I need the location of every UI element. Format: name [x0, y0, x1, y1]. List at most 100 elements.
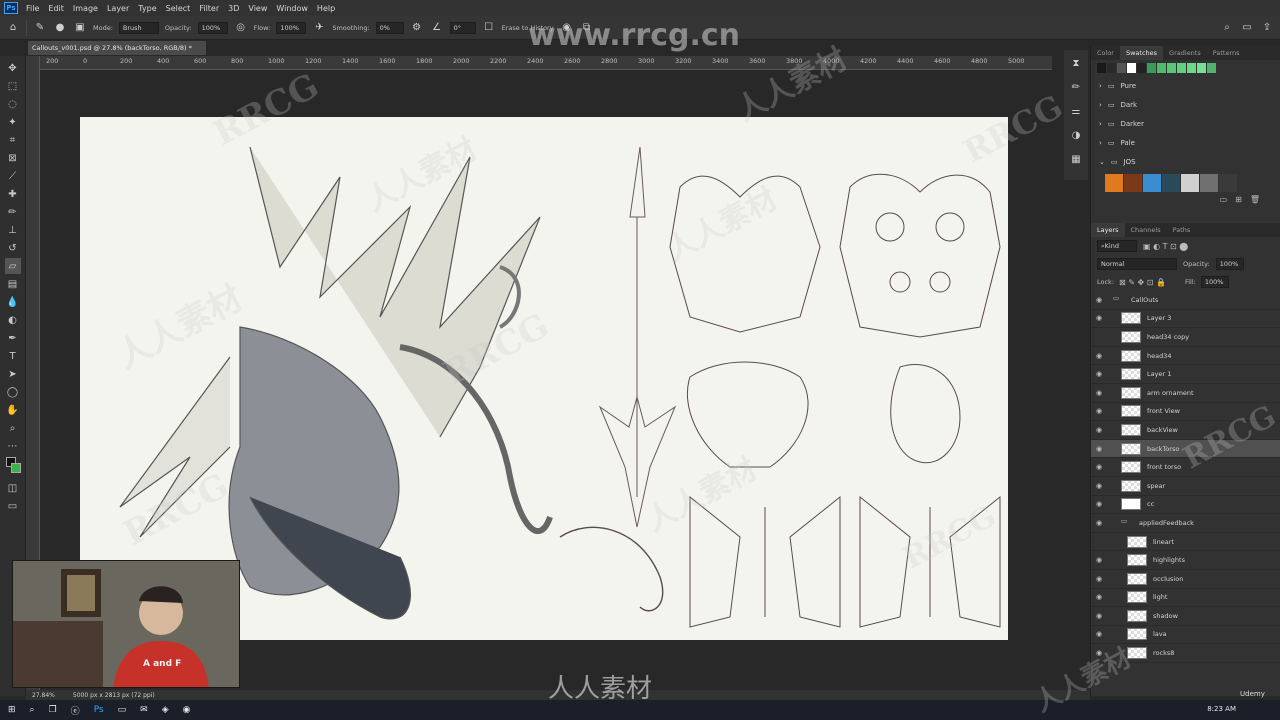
blur-tool-icon[interactable]: 💧 — [5, 294, 21, 310]
swatch[interactable] — [1147, 63, 1156, 73]
color-wheel-icon[interactable]: ◑ — [1069, 128, 1083, 142]
menu-filter[interactable]: Filter — [199, 4, 219, 13]
layer-row[interactable]: ◉ arm ornament — [1091, 384, 1280, 403]
menu-select[interactable]: Select — [166, 4, 191, 13]
new-group-icon[interactable]: ▭ — [1220, 195, 1228, 207]
workspace-icon[interactable]: ▭ — [1240, 21, 1254, 35]
layer-row[interactable]: ◉ backView — [1091, 421, 1280, 440]
new-swatch-icon[interactable]: ⊞ — [1235, 195, 1242, 207]
layer-row[interactable]: ◉ Layer 3 — [1091, 310, 1280, 329]
menu-type[interactable]: Type — [138, 4, 156, 13]
swatch[interactable] — [1177, 63, 1186, 73]
search-icon[interactable]: ⌕ — [30, 705, 35, 715]
swatch[interactable] — [1107, 63, 1116, 73]
frame-tool-icon[interactable]: ⊠ — [5, 150, 21, 166]
layer-row[interactable]: ◉ ▭ appliedFeedback — [1091, 514, 1280, 533]
layer-row[interactable]: ◉ shadow — [1091, 607, 1280, 626]
zoom-level[interactable]: 27.84% — [32, 692, 55, 699]
healing-brush-icon[interactable]: ✚ — [5, 186, 21, 202]
brush-preset-icon[interactable]: ● — [53, 21, 67, 35]
layer-filter-kind[interactable]: ⌕ Kind — [1097, 240, 1137, 252]
layer-row[interactable]: ◉ occlusion — [1091, 570, 1280, 589]
visibility-eye-icon[interactable]: ◉ — [1091, 370, 1107, 378]
pen-tool-icon[interactable]: ✒ — [5, 330, 21, 346]
swatch[interactable] — [1167, 63, 1176, 73]
path-select-icon[interactable]: ➤ — [5, 366, 21, 382]
layer-row[interactable]: ◉ backTorso — [1091, 439, 1280, 459]
tab-patterns[interactable]: Patterns — [1207, 46, 1246, 60]
layer-row[interactable]: ◉ front View — [1091, 403, 1280, 422]
adjustments-panel-icon[interactable]: ⚌ — [1069, 104, 1083, 118]
tab-channels[interactable]: Channels — [1125, 223, 1167, 237]
windows-start-icon[interactable]: ⊞ — [8, 705, 16, 715]
visibility-eye-icon[interactable]: ◉ — [1091, 556, 1107, 564]
dodge-tool-icon[interactable]: ◐ — [5, 312, 21, 328]
visibility-eye-icon[interactable]: ◉ — [1091, 519, 1107, 527]
swatch[interactable] — [1219, 174, 1237, 192]
chrome-icon[interactable]: ◉ — [183, 705, 191, 715]
layer-row[interactable]: lineart — [1091, 533, 1280, 552]
swatch[interactable] — [1117, 63, 1126, 73]
checkbox-erase-history[interactable]: ☐ — [482, 21, 496, 35]
swatch[interactable] — [1181, 174, 1199, 192]
menu-layer[interactable]: Layer — [107, 4, 129, 13]
crop-tool-icon[interactable]: ⌗ — [5, 132, 21, 148]
share-icon[interactable]: ⇪ — [1260, 21, 1274, 35]
tab-gradients[interactable]: Gradients — [1163, 46, 1207, 60]
swatch[interactable] — [1097, 63, 1106, 73]
eraser-tool-icon[interactable]: ✎ — [33, 21, 47, 35]
tab-layers[interactable]: Layers — [1091, 223, 1125, 237]
swatch-folder-jos[interactable]: ⌄ ▭ JOS — [1091, 152, 1280, 171]
document-tab[interactable]: Callouts_v001.psd @ 27.8% (backTorso, RG… — [28, 41, 206, 55]
lasso-tool-icon[interactable]: ◌ — [5, 96, 21, 112]
color-swatches-icon[interactable] — [5, 456, 21, 478]
menu-edit[interactable]: Edit — [48, 4, 64, 13]
visibility-eye-icon[interactable]: ◉ — [1091, 630, 1107, 638]
search-icon[interactable]: ⌕ — [1220, 21, 1234, 35]
visibility-eye-icon[interactable]: ◉ — [1091, 612, 1107, 620]
visibility-eye-icon[interactable]: ◉ — [1091, 352, 1107, 360]
layer-row[interactable]: ◉ light — [1091, 589, 1280, 608]
swatch[interactable] — [1143, 174, 1161, 192]
swatch-folder-dark[interactable]: › ▭ Dark — [1091, 95, 1280, 114]
layer-row[interactable]: ◉ highlights — [1091, 551, 1280, 570]
swatch[interactable] — [1200, 174, 1218, 192]
mode-select[interactable]: Brush — [118, 21, 159, 34]
screen-mode-icon[interactable]: ▭ — [5, 498, 21, 514]
magic-wand-icon[interactable]: ✦ — [5, 114, 21, 130]
tab-color[interactable]: Color — [1091, 46, 1120, 60]
swatch[interactable] — [1137, 63, 1146, 73]
visibility-eye-icon[interactable]: ◉ — [1091, 575, 1107, 583]
visibility-eye-icon[interactable]: ◉ — [1091, 426, 1107, 434]
eraser-icon[interactable]: ▱ — [4, 258, 21, 274]
layer-row[interactable]: ◉ ▭ CallOuts — [1091, 291, 1280, 310]
visibility-eye-icon[interactable]: ◉ — [1091, 482, 1107, 490]
layer-opacity-field[interactable]: 100% — [1215, 258, 1244, 270]
more-tools-icon[interactable]: ⋯ — [5, 438, 21, 454]
layer-row[interactable]: ◉ lava — [1091, 626, 1280, 645]
history-brush-icon[interactable]: ↺ — [5, 240, 21, 256]
swatch-folder-darker[interactable]: › ▭ Darker — [1091, 114, 1280, 133]
swatch[interactable] — [1197, 63, 1206, 73]
swatch[interactable] — [1207, 63, 1216, 73]
menu-help[interactable]: Help — [317, 4, 335, 13]
visibility-eye-icon[interactable]: ◉ — [1091, 296, 1107, 304]
tab-paths[interactable]: Paths — [1167, 223, 1197, 237]
visibility-eye-icon[interactable]: ◉ — [1091, 593, 1107, 601]
menu-image[interactable]: Image — [73, 4, 98, 13]
menu-view[interactable]: View — [248, 4, 267, 13]
swatch-folder-pale[interactable]: › ▭ Pale — [1091, 133, 1280, 152]
photoshop-taskbar-icon[interactable]: Ps — [94, 705, 104, 715]
gradient-tool-icon[interactable]: ▤ — [5, 276, 21, 292]
smoothing-field[interactable]: 0% — [375, 21, 404, 34]
marquee-tool-icon[interactable]: ⬚ — [5, 78, 21, 94]
angle-field[interactable]: 0° — [449, 21, 476, 34]
pressure-opacity-icon[interactable]: ◎ — [234, 21, 248, 35]
home-icon[interactable]: ⌂ — [6, 21, 20, 35]
zoom-tool-icon[interactable]: ⌕ — [5, 420, 21, 436]
opacity-field[interactable]: 100% — [197, 21, 228, 34]
layer-row[interactable]: ◉ head34 — [1091, 347, 1280, 366]
mail-icon[interactable]: ✉ — [140, 705, 148, 715]
trash-icon[interactable]: 🗑 — [1250, 195, 1260, 207]
layer-row[interactable]: ◉ front torso — [1091, 458, 1280, 477]
